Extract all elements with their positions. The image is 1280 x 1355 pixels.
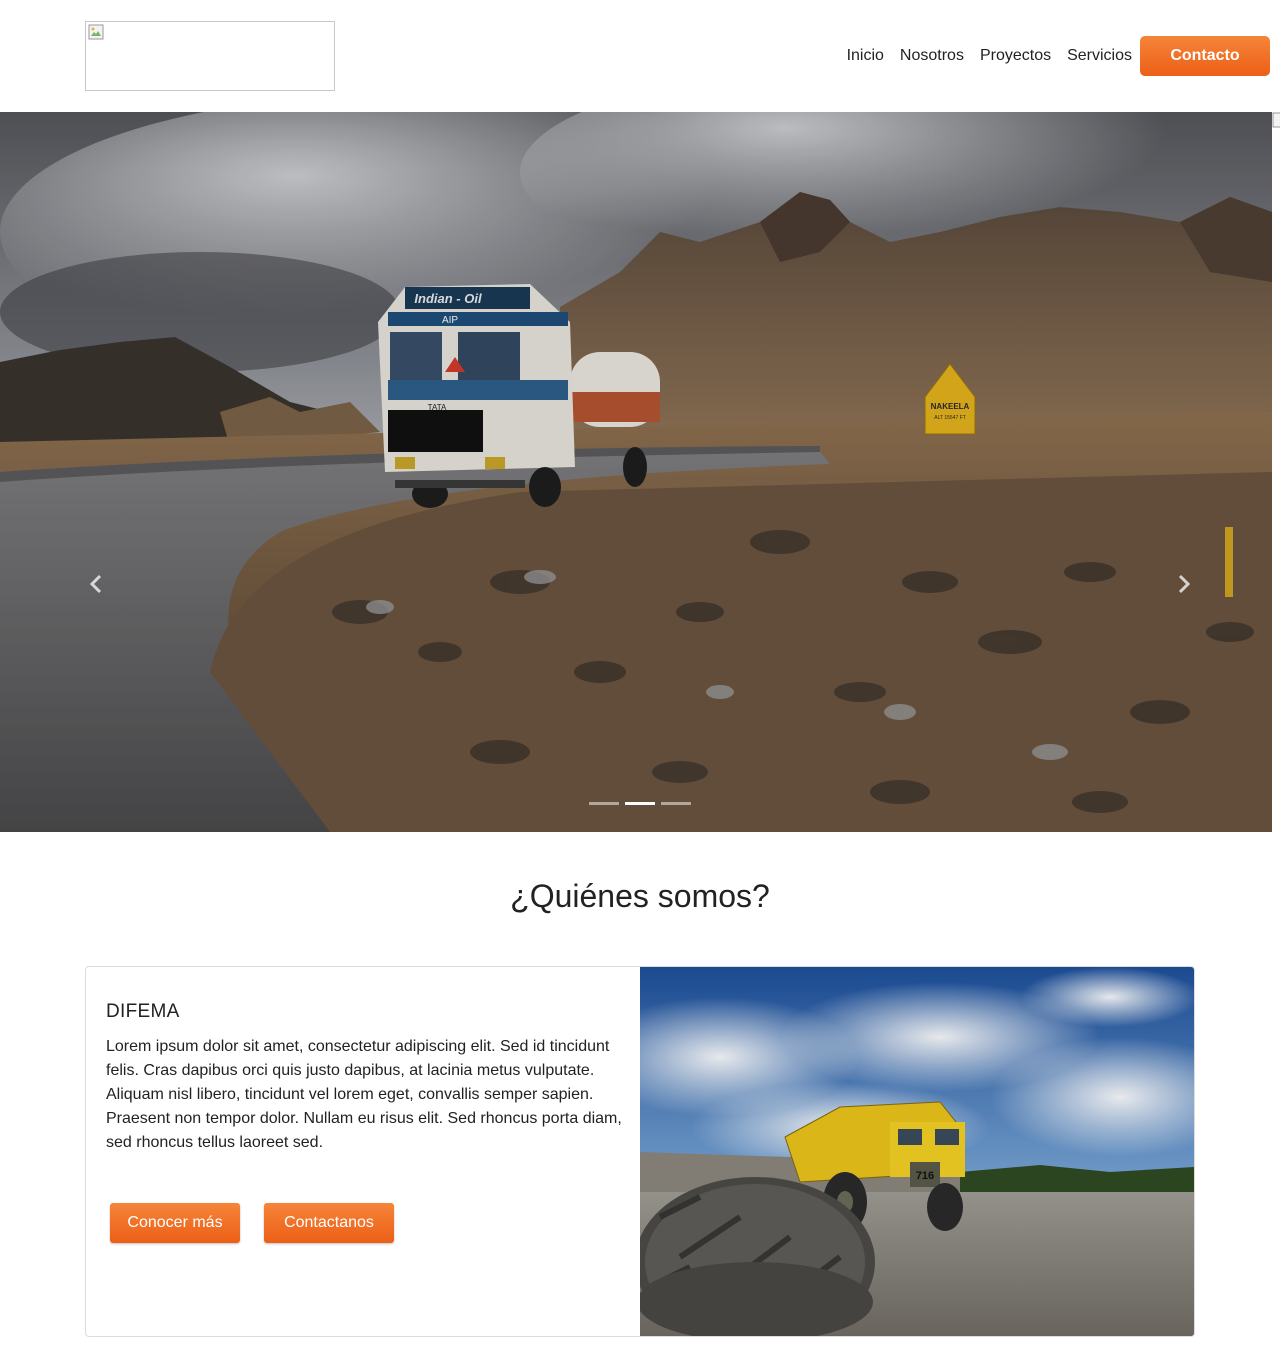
nav-link-proyectos[interactable]: Proyectos [980,36,1051,76]
carousel-indicators [589,802,691,805]
carousel-prev-control[interactable] [81,564,111,604]
carousel-indicator-2[interactable] [625,802,655,805]
hero-slide-image: NAKEELA ALT 15547 FT Indian - Oil AIP TA… [0,112,1272,832]
contact-button[interactable]: Contacto [1140,36,1270,76]
chevron-left-icon [89,574,102,594]
hero-carousel: NAKEELA ALT 15547 FT Indian - Oil AIP TA… [0,112,1272,832]
about-card: DIFEMA Lorem ipsum dolor sit amet, conse… [85,966,1195,1337]
logo-image[interactable] [85,21,335,91]
site-header: Inicio Nosotros Proyectos Servicios Cont… [0,0,1280,112]
section-title: ¿Quiénes somos? [510,878,770,914]
about-card-body: DIFEMA Lorem ipsum dolor sit amet, conse… [106,1001,626,1155]
learn-more-button[interactable]: Conocer más [110,1203,240,1243]
broken-image-icon [88,24,104,40]
nav-link-servicios[interactable]: Servicios [1067,36,1132,76]
chevron-right-icon [1178,574,1191,594]
broken-image-icon [1272,112,1280,128]
main-nav: Inicio Nosotros Proyectos Servicios Cont… [847,36,1270,76]
carousel-next-control[interactable] [1169,564,1199,604]
contact-us-button[interactable]: Contactanos [264,1203,394,1243]
carousel-indicator-1[interactable] [589,802,619,805]
company-name: DIFEMA [106,1001,180,1022]
nav-link-inicio[interactable]: Inicio [847,36,884,76]
nav-link-nosotros[interactable]: Nosotros [900,36,964,76]
carousel-indicator-3[interactable] [661,802,691,805]
mining-truck-image: 716 [640,967,1194,1336]
company-description: Lorem ipsum dolor sit amet, consectetur … [106,1038,622,1151]
